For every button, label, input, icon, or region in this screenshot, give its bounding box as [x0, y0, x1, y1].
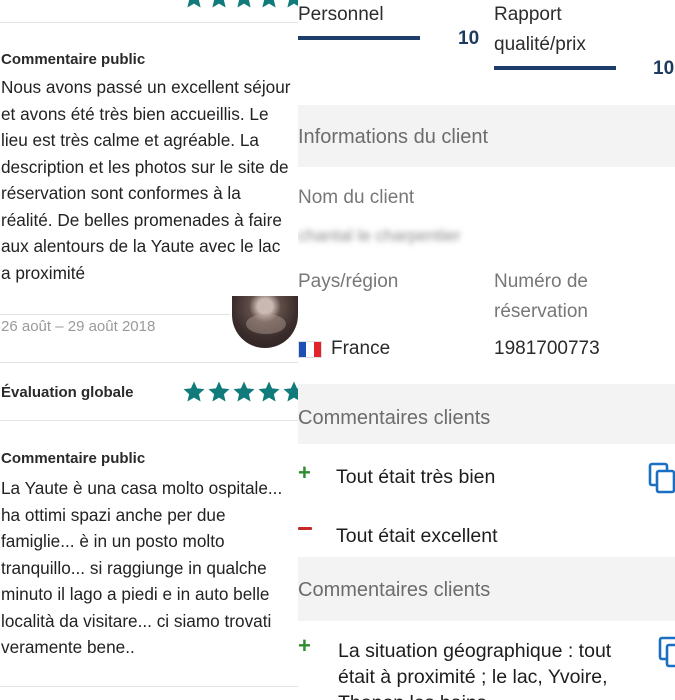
france-flag-icon	[298, 341, 322, 358]
star-icon	[262, 0, 276, 8]
public-comment-label: Commentaire public	[1, 450, 146, 467]
top-cutoff-text: —	[40, 0, 55, 5]
minus-icon	[298, 527, 312, 530]
section-title: Commentaires clients	[298, 579, 491, 601]
section-header: Informations du client	[298, 105, 675, 167]
rating-bar-staff	[298, 36, 420, 40]
star-icon	[233, 381, 255, 402]
avatar	[232, 296, 298, 348]
section-header: Commentaires clients	[298, 557, 675, 621]
star-icon	[283, 381, 298, 402]
section-title: Commentaires clients	[298, 407, 491, 429]
rating-name-staff: Personnel	[298, 4, 384, 25]
copy-icon[interactable]	[658, 636, 675, 668]
rating-name-value: Rapport qualité/prix	[494, 4, 586, 55]
star-icon	[183, 381, 205, 402]
country-label: Pays/région	[298, 271, 399, 292]
divider	[0, 22, 298, 23]
divider	[0, 686, 298, 687]
star-icon	[212, 0, 226, 8]
plus-icon: +	[298, 460, 311, 485]
divider	[0, 362, 298, 363]
review-panel: — Commentaire public Nous avons passé un…	[0, 0, 298, 700]
overall-rating-label: Évaluation globale	[1, 384, 134, 401]
rating-score-staff: 10	[458, 28, 480, 49]
star-icon	[287, 0, 298, 8]
reservation-details-panel: Personnel 10 Rapport qualité/prix 10 Inf…	[298, 0, 675, 700]
review-text: Nous avons passé un excellent séjour et …	[1, 77, 291, 283]
client-name-value: chantal le charpentier	[298, 226, 461, 245]
stay-dates: 26 août – 29 août 2018	[1, 318, 156, 335]
booking-number-label: Numéro de réservation	[494, 271, 588, 322]
star-icon	[187, 0, 201, 8]
copy-icon[interactable]	[648, 462, 675, 494]
star-icon	[258, 381, 280, 402]
star-icon	[237, 0, 251, 8]
negative-comment: Tout était excellent	[336, 525, 498, 547]
section-header: Commentaires clients	[298, 384, 675, 444]
star-icon	[208, 381, 230, 402]
public-comment-label: Commentaire public	[1, 51, 146, 68]
review-text: La Yaute è una casa molto ospitale... ha…	[1, 478, 283, 657]
divider	[0, 420, 298, 421]
top-star-rating	[182, 0, 298, 10]
country-value: France	[331, 338, 391, 359]
overall-star-rating	[182, 380, 298, 404]
plus-icon: +	[298, 633, 311, 658]
divider	[0, 314, 230, 315]
booking-number-value: 1981700773	[494, 338, 600, 359]
positive-comment: La situation géographique : tout était à…	[338, 640, 612, 700]
rating-bar-value	[494, 66, 616, 70]
client-name-label: Nom du client	[298, 187, 415, 208]
section-title: Informations du client	[298, 126, 489, 148]
rating-score-value: 10	[653, 58, 675, 79]
positive-comment: Tout était très bien	[336, 466, 496, 488]
